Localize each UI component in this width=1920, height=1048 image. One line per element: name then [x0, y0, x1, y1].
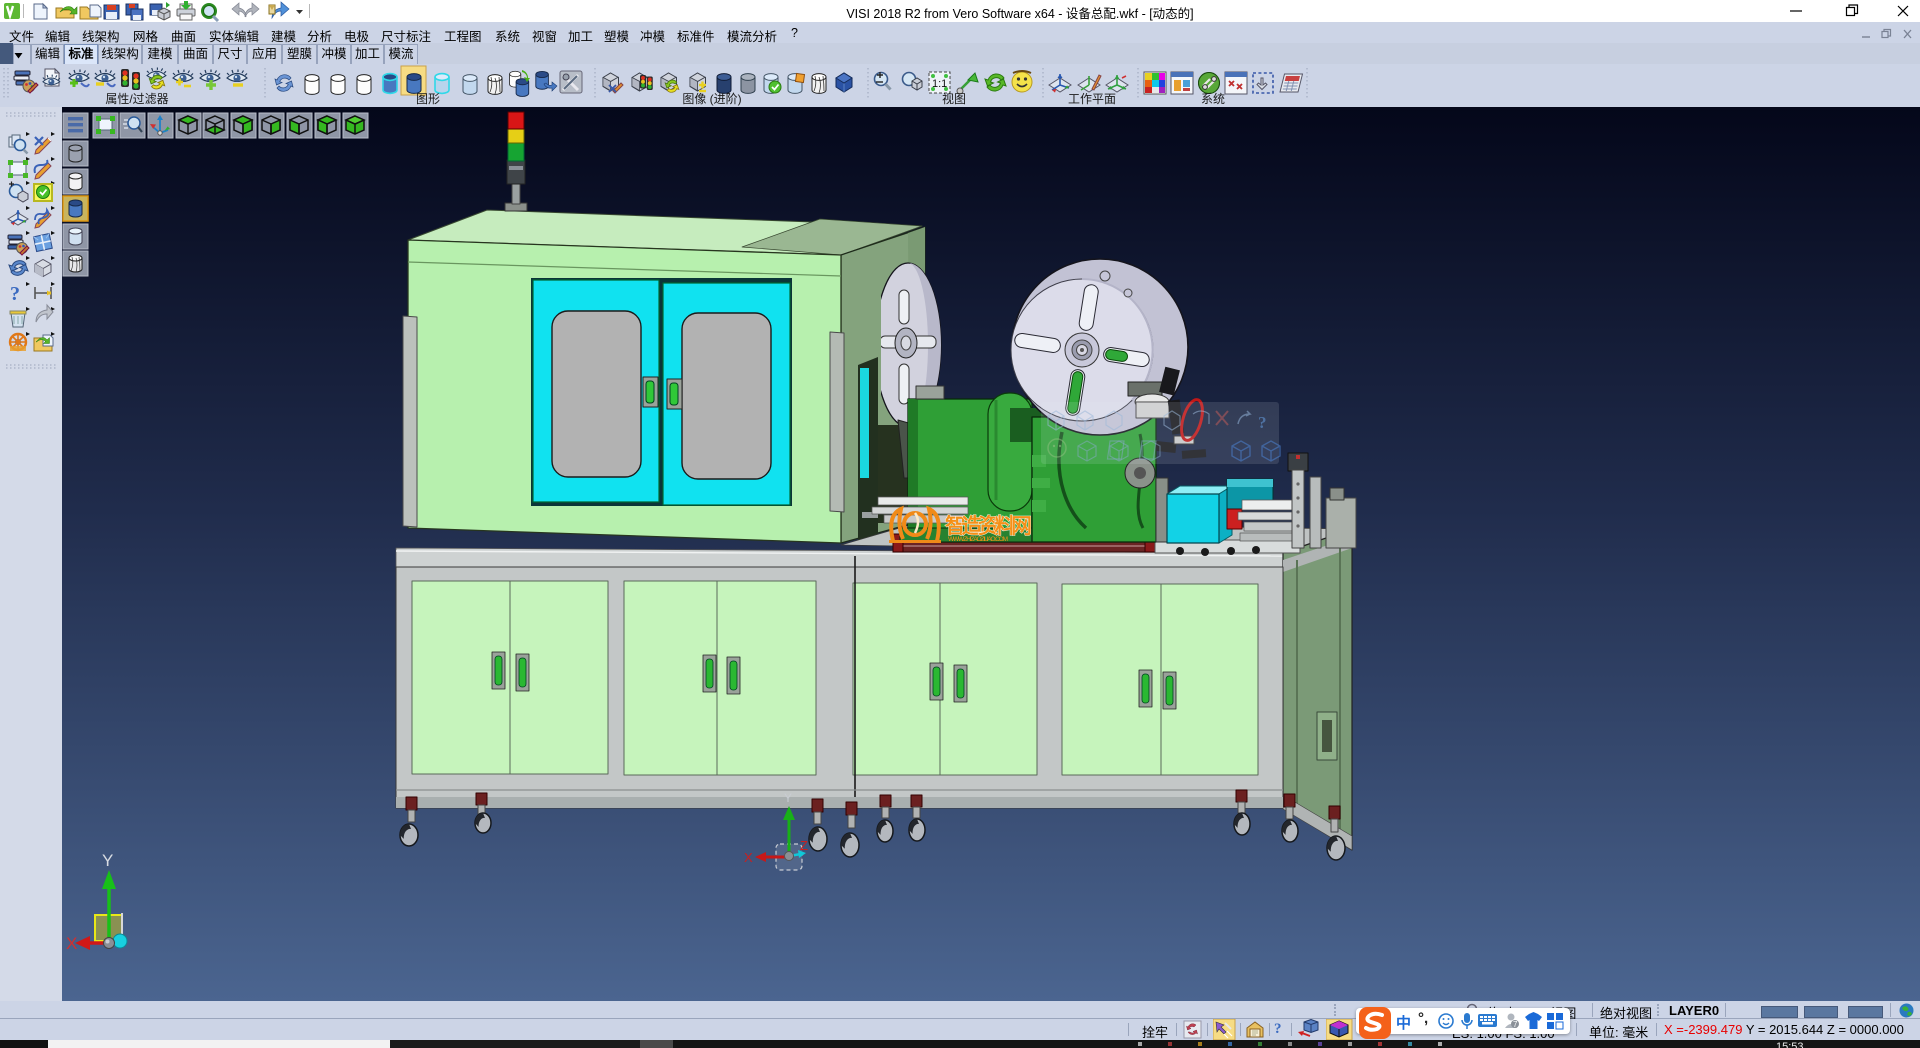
- svg-text:7: 7: [1513, 1020, 1518, 1029]
- svg-text:Y: Y: [102, 851, 113, 870]
- svg-text:X: X: [744, 850, 753, 865]
- svg-text:属性/过滤器: 属性/过滤器: [105, 92, 168, 106]
- svg-text:?: ?: [1258, 413, 1267, 432]
- svg-text:图像 (进阶): 图像 (进阶): [682, 92, 741, 106]
- svg-text:Z: Z: [800, 838, 808, 853]
- svg-text:系统: 系统: [1201, 92, 1225, 106]
- svg-text:X: X: [66, 934, 77, 953]
- svg-text:图形: 图形: [416, 92, 440, 106]
- svg-text:工作平面: 工作平面: [1068, 92, 1116, 106]
- svg-text:WWW.ZHIZAOZILIAO.COM: WWW.ZHIZAOZILIAO.COM: [948, 536, 1008, 543]
- svg-text:Y: Y: [784, 791, 792, 805]
- svg-text:视图: 视图: [942, 91, 966, 106]
- svg-text:?: ?: [10, 283, 20, 305]
- svg-text:智造资料网: 智造资料网: [945, 514, 1031, 538]
